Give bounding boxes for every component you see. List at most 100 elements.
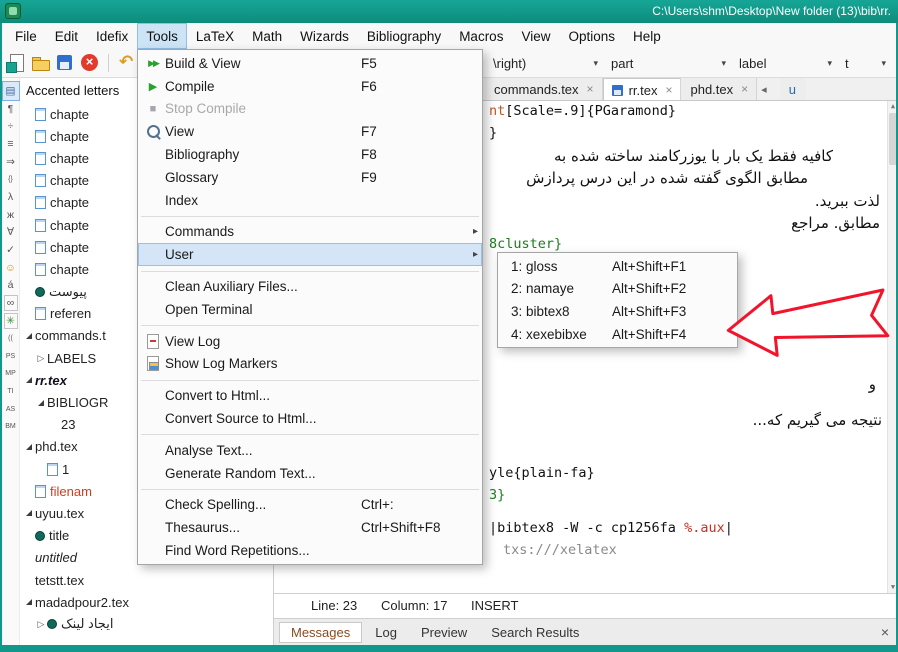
open-folder-icon[interactable] <box>30 53 50 73</box>
tree-expand-icon[interactable] <box>23 333 35 339</box>
code-line[interactable]: txs:///xelatex <box>503 542 617 558</box>
accented-letters-icon[interactable]: á <box>3 277 19 295</box>
tree-expand-icon[interactable] <box>23 510 35 516</box>
menubar-item[interactable]: View <box>512 23 559 49</box>
submenu-item[interactable]: 2: namaye Alt+Shift+F2 <box>498 278 737 301</box>
menu-item[interactable]: Compile F6 <box>138 75 482 98</box>
menu-item[interactable]: Thesaurus... Ctrl+Shift+F8 <box>138 516 482 539</box>
editor-tab[interactable]: u <box>780 78 806 100</box>
menubar-item[interactable]: File <box>6 23 46 49</box>
save-file-icon[interactable] <box>55 53 75 73</box>
bracket-combo[interactable]: \right) <box>487 52 605 74</box>
menu-item[interactable]: Commands <box>138 221 482 244</box>
menu-item[interactable]: Clean Auxiliary Files... <box>138 275 482 298</box>
asterisk-panel-icon[interactable]: ✳ <box>3 312 19 330</box>
menu-item[interactable]: Index <box>138 189 482 212</box>
menu-item[interactable]: Generate Random Text... <box>138 462 482 485</box>
code-line[interactable]: nt[Scale=.9]{PGaramond} <box>489 103 676 119</box>
menu-item[interactable]: Convert Source to Html... <box>138 407 482 430</box>
tree-expand-icon[interactable] <box>35 400 47 406</box>
menu-item[interactable]: Check Spelling... Ctrl+: <box>138 494 482 517</box>
menu-item[interactable]: Bibliography F8 <box>138 143 482 166</box>
menu-item[interactable]: User <box>138 243 482 266</box>
editor-tab[interactable]: commands.tex × <box>485 78 603 100</box>
menu-item[interactable]: Analyse Text... <box>138 439 482 462</box>
menubar-item[interactable]: Options <box>559 23 624 49</box>
submenu-item[interactable]: 3: bibtex8 Alt+Shift+F3 <box>498 300 737 323</box>
menu-item[interactable]: Open Terminal <box>138 298 482 321</box>
undo-icon[interactable] <box>117 53 137 73</box>
structure-tree-item[interactable]: madadpour2.tex <box>21 591 272 613</box>
infinity-symbols-icon[interactable]: ∞ <box>3 294 19 312</box>
relations-icon[interactable]: ≡ <box>3 135 19 153</box>
menu-item[interactable]: View F7 <box>138 120 482 143</box>
menu-item[interactable]: Glossary F9 <box>138 166 482 189</box>
menubar-item[interactable]: Edit <box>46 23 87 49</box>
panel-close-icon[interactable]: × <box>881 623 889 641</box>
persian-text-line[interactable]: کافیه فقط یک بار با یوزرکامند ساخته شده … <box>554 147 833 165</box>
new-document-icon[interactable] <box>5 53 25 73</box>
pstricks-panel-icon[interactable]: PS <box>3 347 19 365</box>
metapost-panel-icon[interactable]: MP <box>3 365 19 383</box>
titlebar[interactable]: C:\Users\shm\Desktop\New folder (13)\bib… <box>0 0 898 23</box>
tree-expand-icon[interactable] <box>23 377 35 383</box>
persian-text-line[interactable]: لذت ببرید. <box>815 192 880 210</box>
menu-item[interactable]: Find Word Repetitions... <box>138 539 482 562</box>
menu-item[interactable]: View Log <box>138 330 482 353</box>
code-line[interactable]: } <box>489 125 497 141</box>
persian-text-line[interactable]: و <box>869 375 876 393</box>
tree-expand-icon[interactable] <box>23 444 35 450</box>
menubar-item[interactable]: Bibliography <box>358 23 450 49</box>
menubar-item[interactable]: Wizards <box>291 23 358 49</box>
tab-close-icon[interactable]: × <box>665 83 672 97</box>
sectioning-combo[interactable]: part <box>605 52 733 74</box>
code-line[interactable]: 8cluster} <box>489 236 562 252</box>
code-line[interactable]: |bibtex8 -W -c cp1256fa %.aux| <box>489 520 733 536</box>
menu-item[interactable]: Convert to Html... <box>138 384 482 407</box>
tab-close-icon[interactable]: × <box>587 82 594 96</box>
bottom-panel-tab[interactable]: Preview <box>410 622 478 643</box>
brackets-panel-icon[interactable]: (( <box>3 330 19 348</box>
code-line[interactable]: yle{plain-fa} <box>489 465 595 481</box>
beamer-panel-icon[interactable]: BM <box>3 418 19 436</box>
menubar-item[interactable]: Math <box>243 23 291 49</box>
cite-combo[interactable]: t <box>839 52 893 74</box>
bottom-panel-tab[interactable]: Messages <box>279 622 362 643</box>
smiley-panel-icon[interactable]: ☺ <box>3 259 19 277</box>
menubar-item[interactable]: Macros <box>450 23 512 49</box>
structure-tree-item[interactable]: tetstt.tex <box>21 569 272 591</box>
menubar-item[interactable]: Idefix <box>87 23 137 49</box>
menubar-item[interactable]: Help <box>624 23 670 49</box>
persian-text-line[interactable]: نتیجه می گیریم که... <box>753 411 882 429</box>
cyrillic-letters-icon[interactable]: ж <box>3 206 19 224</box>
bottom-panel-tab[interactable]: Search Results <box>480 622 590 643</box>
menubar-item[interactable]: LaTeX <box>187 23 243 49</box>
menu-item[interactable]: Stop Compile <box>138 98 482 121</box>
code-line[interactable]: 3} <box>489 487 505 503</box>
tab-close-icon[interactable]: × <box>741 82 748 96</box>
bottom-panel-tab[interactable]: Log <box>364 622 408 643</box>
tab-scroll-left-icon[interactable] <box>757 78 780 100</box>
menu-item[interactable]: Build & View F5 <box>138 52 482 75</box>
tree-expand-icon[interactable] <box>35 619 47 630</box>
menu-item[interactable]: Show Log Markers <box>138 353 482 376</box>
tree-expand-icon[interactable] <box>23 599 35 605</box>
math-operators-icon[interactable]: ÷ <box>3 117 19 135</box>
logic-symbols-icon[interactable]: ∀ <box>3 224 19 242</box>
tikz-panel-icon[interactable]: TI <box>3 383 19 401</box>
structure-panel-icon[interactable]: ▤ <box>3 82 19 100</box>
paragraph-panel-icon[interactable]: ¶ <box>3 100 19 118</box>
greek-letters-icon[interactable]: λ <box>3 188 19 206</box>
persian-text-line[interactable]: مطابق. مراجع <box>791 214 880 232</box>
structure-tree-item[interactable]: ایجاد لینک <box>21 613 272 635</box>
submenu-item[interactable]: 4: xexebibxe Alt+Shift+F4 <box>498 323 737 346</box>
reference-combo[interactable]: label <box>733 52 839 74</box>
tree-expand-icon[interactable] <box>35 353 47 364</box>
arrows-icon[interactable]: ⇒ <box>3 153 19 171</box>
close-document-icon[interactable] <box>80 53 100 73</box>
misc-symbols-icon[interactable]: ✓ <box>3 241 19 259</box>
editor-tab[interactable]: phd.tex × <box>681 78 757 100</box>
editor-tab[interactable]: rr.tex × <box>603 78 682 101</box>
asymptote-panel-icon[interactable]: AS <box>3 400 19 418</box>
submenu-item[interactable]: 1: gloss Alt+Shift+F1 <box>498 255 737 278</box>
